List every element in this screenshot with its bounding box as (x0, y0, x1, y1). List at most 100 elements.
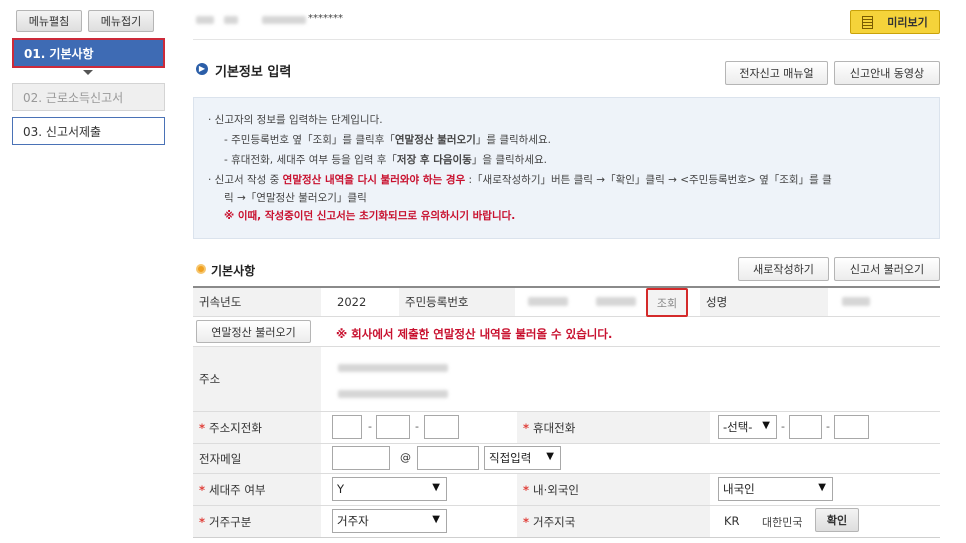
email-at-sign: @ (400, 451, 411, 464)
select-value: 내국인 (723, 482, 755, 496)
preview-button-label: 미리보기 (887, 16, 928, 29)
info-line: - 휴대전화, 세대주 여부 등을 입력 후「저장 후 다음이동」을 클릭하세요… (224, 152, 547, 167)
menu-collapse-button[interactable]: 메뉴접기 (88, 10, 154, 32)
lookup-label: 조회 (656, 296, 678, 310)
chevron-down-icon: ▼ (762, 420, 770, 431)
section-title: 기본사항 (211, 264, 256, 278)
label-text: 성명 (706, 295, 728, 309)
sidebar-item-label: 01. 기본사항 (24, 46, 94, 61)
rewrite-button[interactable]: 새로작성하기 (738, 257, 829, 281)
select-value: 거주자 (337, 514, 369, 528)
chevron-down-icon: ▼ (546, 451, 554, 462)
required-mark: * (523, 514, 530, 529)
load-notice: ※ 회사에서 제출한 연말정산 내역을 불러올 수 있습니다. (336, 327, 613, 341)
sidebar-item-label: 03. 신고서제출 (23, 124, 102, 139)
section-title: 기본정보 입력 (215, 65, 292, 80)
label-text: 세대주 여부 (209, 482, 266, 497)
chevron-down-icon: ▼ (432, 482, 440, 493)
info-panel: · 신고자의 정보를 입력하는 단계입니다. - 주민등록번호 옆「조회」를 클… (193, 97, 940, 239)
label-text: 전자메일 (199, 451, 242, 466)
residence-label: * 거주구분 (193, 506, 321, 537)
nationality-select[interactable]: 내국인 ▼ (718, 477, 833, 501)
rrn-label: 주민등록번호 (399, 288, 515, 316)
home-phone-part3[interactable] (424, 415, 459, 439)
required-mark: * (199, 420, 206, 435)
label-text: 주소 (199, 372, 221, 386)
sidebar-item-submit-report[interactable]: 03. 신고서제출 (12, 117, 165, 145)
info-warning: ※ 이때, 작성중이던 신고서는 초기화되므로 유의하시기 바랍니다. (224, 210, 516, 222)
mobile-part2[interactable] (789, 415, 822, 439)
home-phone-part1[interactable] (332, 415, 362, 439)
label-text: 휴대전화 (533, 420, 576, 435)
region-name: 대한민국 (762, 516, 803, 529)
info-text: · 신고서 작성 중 (208, 174, 283, 186)
masked-user-name (224, 16, 238, 24)
info-line: · 신고자의 정보를 입력하는 단계입니다. (208, 114, 383, 126)
required-mark: * (199, 514, 206, 529)
sidebar-item-label: 02. 근로소득신고서 (23, 90, 124, 105)
email-label: 전자메일 (193, 444, 321, 473)
required-mark: * (199, 482, 206, 497)
load-report-button[interactable]: 신고서 불러오기 (834, 257, 940, 281)
info-line: 릭 →「연말정산 불러오기」클릭 (224, 192, 367, 204)
email-domain-select[interactable]: 직접입력 ▼ (484, 446, 561, 470)
required-mark: * (523, 420, 530, 435)
select-value: 직접입력 (489, 451, 532, 465)
sidebar-item-basic-info[interactable]: 01. 기본사항 (12, 38, 165, 68)
menu-expand-button[interactable]: 메뉴펼침 (16, 10, 82, 32)
rrn-lookup-button[interactable]: 조회 (646, 288, 688, 317)
dash: - (368, 420, 372, 433)
document-icon (862, 15, 874, 29)
masked-id-text: ******* (308, 13, 343, 24)
name-label: 성명 (700, 288, 828, 316)
home-phone-label: * 주소지전화 (193, 412, 321, 443)
nationality-label: * 내·외국인 (517, 474, 710, 505)
region-code: KR (724, 514, 740, 528)
masked-rrn (596, 297, 636, 306)
sidebar-item-income-report[interactable]: 02. 근로소득신고서 (12, 83, 165, 111)
preview-button[interactable]: 미리보기 (850, 10, 940, 34)
section-bullet-icon: ▶ (196, 63, 208, 75)
info-text: - 주민등록번호 옆「조회」를 클릭후「 (224, 134, 395, 146)
chevron-down-icon: ▼ (432, 514, 440, 525)
householder-label: * 세대주 여부 (193, 474, 321, 505)
e-filing-manual-button[interactable]: 전자신고 매뉴얼 (725, 61, 828, 85)
label-text: 주소지전화 (209, 420, 262, 435)
load-yearend-button[interactable]: 연말정산 불러오기 (196, 320, 311, 343)
chevron-down-icon: ▼ (818, 482, 826, 493)
masked-name (842, 297, 870, 306)
info-line: · 신고서 작성 중 연말정산 내역을 다시 불러와야 하는 경우 :「새로작성… (208, 172, 832, 187)
info-text: :「새로작성하기」버튼 클릭 →「확인」클릭 → <주민등록번호> 옆「조회」를… (465, 174, 832, 186)
dash: - (826, 420, 830, 433)
mobile-part3[interactable] (834, 415, 869, 439)
address-label: 주소 (193, 347, 321, 411)
required-mark: * (523, 482, 530, 497)
dash: - (415, 420, 419, 433)
row-divider (193, 316, 940, 317)
info-text: 」을 클릭하세요. (471, 154, 547, 166)
email-domain-input[interactable] (417, 446, 479, 470)
mobile-prefix-select[interactable]: -선택- ▼ (718, 415, 777, 439)
step-arrow-icon (83, 70, 93, 75)
info-line: - 주민등록번호 옆「조회」를 클릭후「연말정산 불러오기」를 클릭하세요. (224, 132, 551, 147)
masked-rrn (528, 297, 568, 306)
email-local-input[interactable] (332, 446, 390, 470)
guide-video-button[interactable]: 신고안내 동영상 (834, 61, 940, 85)
region-confirm-button[interactable]: 확인 (815, 508, 859, 532)
select-value: -선택- (723, 420, 753, 434)
load-yearend-cell: 연말정산 불러오기 (193, 318, 321, 346)
label-text: 내·외국인 (533, 482, 579, 497)
masked-address-line1 (338, 364, 448, 372)
mobile-label: * 휴대전화 (517, 412, 710, 443)
residence-select[interactable]: 거주자 ▼ (332, 509, 447, 533)
masked-address-line2 (338, 390, 448, 398)
label-text: 거주지국 (533, 514, 576, 529)
section-bullet-icon (196, 264, 206, 274)
select-value: Y (337, 482, 345, 496)
label-text: 주민등록번호 (405, 295, 469, 309)
householder-select[interactable]: Y ▼ (332, 477, 447, 501)
year-label: 귀속년도 (193, 288, 321, 316)
label-text: 거주구분 (209, 514, 252, 529)
dash: - (781, 420, 785, 433)
home-phone-part2[interactable] (376, 415, 410, 439)
